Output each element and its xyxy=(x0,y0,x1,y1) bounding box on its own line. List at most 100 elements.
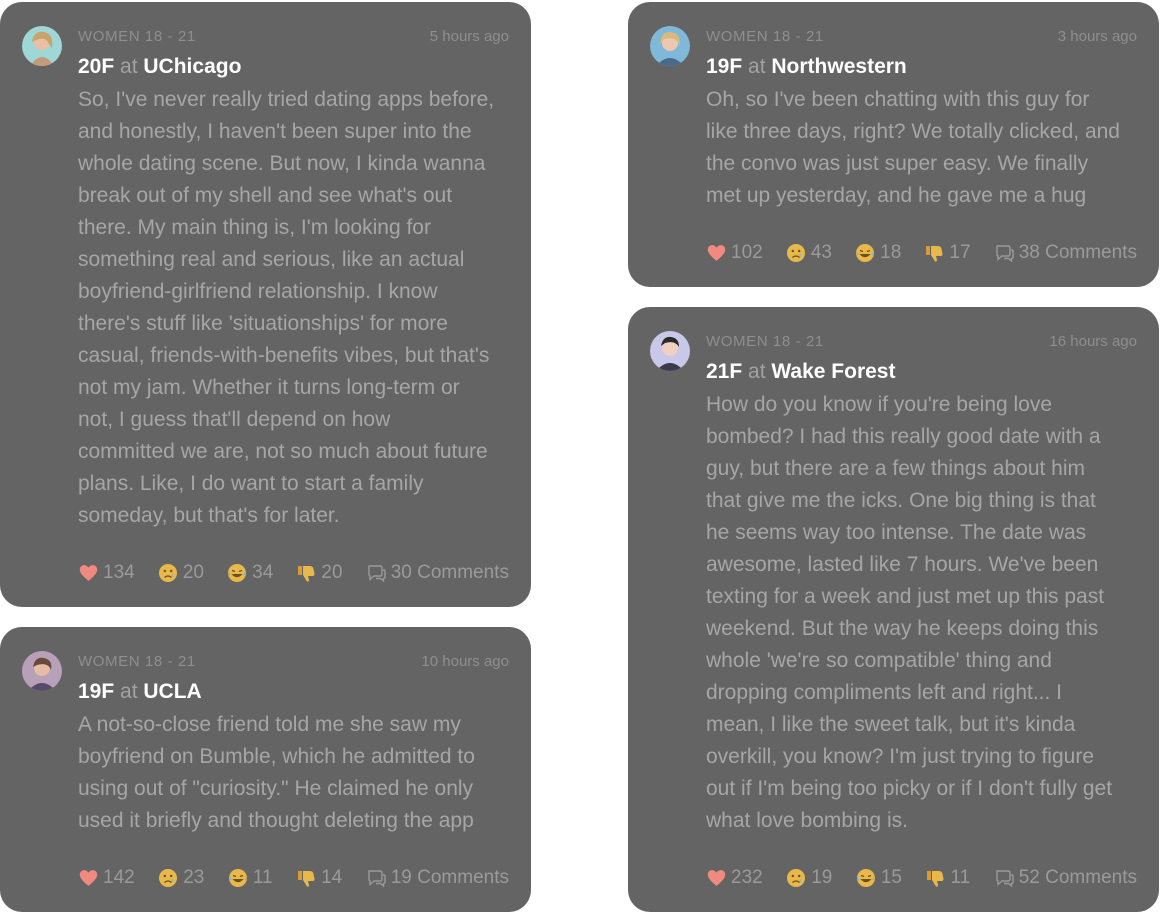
reaction-count: 11 xyxy=(950,867,971,888)
reaction-count: 142 xyxy=(103,867,135,888)
reaction-bar: 142 23 11 14 19 Comments xyxy=(78,866,509,890)
laughing-face-icon xyxy=(227,563,247,583)
post-body-line: he seems way too intense. The date was xyxy=(706,521,1087,544)
comment-bubble-icon xyxy=(994,868,1014,888)
author-age-gender: 20F xyxy=(78,55,115,78)
post-body-line: not my jam. Whether it turns long-term o… xyxy=(78,376,460,399)
laugh-reaction-button[interactable]: 34 xyxy=(227,562,273,584)
thumbs-down-icon xyxy=(296,563,316,583)
post-body-line: weekend. But the way he keeps doing this xyxy=(706,617,1099,640)
comment-count: 52 Comments xyxy=(1018,867,1137,888)
post-card[interactable]: WOMEN 18 - 21 5 hours ago 20F at UChicag… xyxy=(0,2,531,607)
comments-button[interactable]: 38 Comments xyxy=(994,242,1137,264)
sad-reaction-button[interactable]: 43 xyxy=(786,242,832,264)
post-body-line: using out of "curiosity." He claimed he … xyxy=(78,777,474,800)
author-age-gender: 19F xyxy=(78,680,115,703)
reaction-count: 11 xyxy=(252,867,273,888)
dislike-reaction-button[interactable]: 17 xyxy=(924,242,971,264)
author-school: Northwestern xyxy=(771,55,907,78)
post-body: A not-so-close friend told me she saw my… xyxy=(78,709,510,837)
reaction-bar: 102 43 18 17 38 Comments xyxy=(706,241,1137,265)
sad-reaction-button[interactable]: 23 xyxy=(158,867,204,889)
laugh-reaction-button[interactable]: 15 xyxy=(856,867,902,889)
post-body-line: what love bombing is. xyxy=(706,809,908,832)
author-at-label: at xyxy=(748,360,766,383)
post-body-line: How do you know if you're being love xyxy=(706,393,1053,416)
post-card[interactable]: WOMEN 18 - 21 16 hours ago 21F at Wake F… xyxy=(628,307,1159,912)
sad-face-icon xyxy=(786,243,806,263)
post-body-line: boyfriend on Bumble, which he admitted t… xyxy=(78,745,475,768)
reaction-count: 17 xyxy=(949,242,971,263)
dislike-reaction-button[interactable]: 20 xyxy=(296,562,343,584)
post-body-line: Oh, so I've been chatting with this guy … xyxy=(706,88,1090,111)
dislike-reaction-button[interactable]: 14 xyxy=(296,867,342,889)
avatar[interactable] xyxy=(22,26,62,66)
reaction-count: 102 xyxy=(731,242,763,263)
author-line: 19F at UCLA xyxy=(78,680,202,704)
heart-icon xyxy=(78,868,98,888)
post-body-line: not, I guess that'll depend on how xyxy=(78,408,391,431)
heart-reaction-button[interactable]: 232 xyxy=(706,867,763,889)
post-body-line: that give me the icks. One big thing is … xyxy=(706,489,1096,512)
post-category: WOMEN 18 - 21 xyxy=(706,333,824,350)
laugh-reaction-button[interactable]: 18 xyxy=(855,242,901,264)
avatar[interactable] xyxy=(22,651,62,691)
post-body-line: texting for a week and just met up this … xyxy=(706,585,1105,608)
post-category: WOMEN 18 - 21 xyxy=(78,653,196,670)
heart-reaction-button[interactable]: 142 xyxy=(78,867,135,889)
comments-button[interactable]: 30 Comments xyxy=(366,562,509,584)
post-body-line: casual, friends-with-benefits vibes, but… xyxy=(78,344,490,367)
comment-bubble-icon xyxy=(366,868,386,888)
comment-bubble-icon xyxy=(994,243,1014,263)
post-body-line: there's stuff like 'situationships' for … xyxy=(78,312,448,335)
post-body: How do you know if you're being love bomb… xyxy=(706,389,1138,837)
author-age-gender: 21F xyxy=(706,360,743,383)
heart-icon xyxy=(706,868,726,888)
comments-button[interactable]: 52 Comments xyxy=(994,867,1137,889)
post-body-line: whole 'we're so compatible' thing and xyxy=(706,649,1052,672)
reaction-count: 134 xyxy=(103,562,135,583)
laughing-face-icon xyxy=(856,868,876,888)
reaction-count: 20 xyxy=(321,562,343,583)
heart-reaction-button[interactable]: 134 xyxy=(78,562,135,584)
sad-reaction-button[interactable]: 19 xyxy=(786,867,832,889)
post-body-line: dropping compliments left and right... I xyxy=(706,681,1063,704)
post-body-line: committed we are, not so much about futu… xyxy=(78,440,488,463)
post-body-line: whole dating scene. But now, I kinda wan… xyxy=(78,152,486,175)
post-card[interactable]: WOMEN 18 - 21 3 hours ago 19F at Northwe… xyxy=(628,2,1159,287)
post-timestamp: 5 hours ago xyxy=(429,28,509,45)
post-body-line: someday, but that's for later. xyxy=(78,504,340,527)
reaction-count: 34 xyxy=(252,562,274,583)
sad-face-icon xyxy=(158,563,178,583)
avatar[interactable] xyxy=(650,331,690,371)
comments-button[interactable]: 19 Comments xyxy=(366,867,509,889)
dislike-reaction-button[interactable]: 11 xyxy=(925,867,970,889)
post-body-line: A not-so-close friend told me she saw my xyxy=(78,713,461,736)
avatar[interactable] xyxy=(650,26,690,66)
thumbs-down-icon xyxy=(925,868,945,888)
author-line: 20F at UChicago xyxy=(78,55,241,79)
post-body-line: boyfriend-girlfriend relationship. I kno… xyxy=(78,280,438,303)
laughing-face-icon xyxy=(855,243,875,263)
reaction-bar: 134 20 34 20 30 Comments xyxy=(78,561,509,585)
sad-reaction-button[interactable]: 20 xyxy=(158,562,204,584)
reaction-count: 23 xyxy=(183,867,205,888)
author-line: 19F at Northwestern xyxy=(706,55,907,79)
post-body: So, I've never really tried dating apps … xyxy=(78,84,510,532)
post-timestamp: 10 hours ago xyxy=(421,653,509,670)
reaction-count: 19 xyxy=(811,867,833,888)
post-body-line: plans. Like, I do want to start a family xyxy=(78,472,424,495)
reaction-count: 20 xyxy=(182,562,204,583)
author-school: UChicago xyxy=(143,55,242,78)
comment-count: 30 Comments xyxy=(390,562,509,583)
reaction-count: 43 xyxy=(810,242,832,263)
laugh-reaction-button[interactable]: 11 xyxy=(228,867,273,889)
reaction-count: 232 xyxy=(731,867,763,888)
thumbs-down-icon xyxy=(924,243,944,263)
author-at-label: at xyxy=(748,55,766,78)
comment-count: 19 Comments xyxy=(390,867,509,888)
author-at-label: at xyxy=(120,55,138,78)
thumbs-down-icon xyxy=(296,868,316,888)
heart-reaction-button[interactable]: 102 xyxy=(706,242,763,264)
post-card[interactable]: WOMEN 18 - 21 10 hours ago 19F at UCLA A… xyxy=(0,627,531,912)
